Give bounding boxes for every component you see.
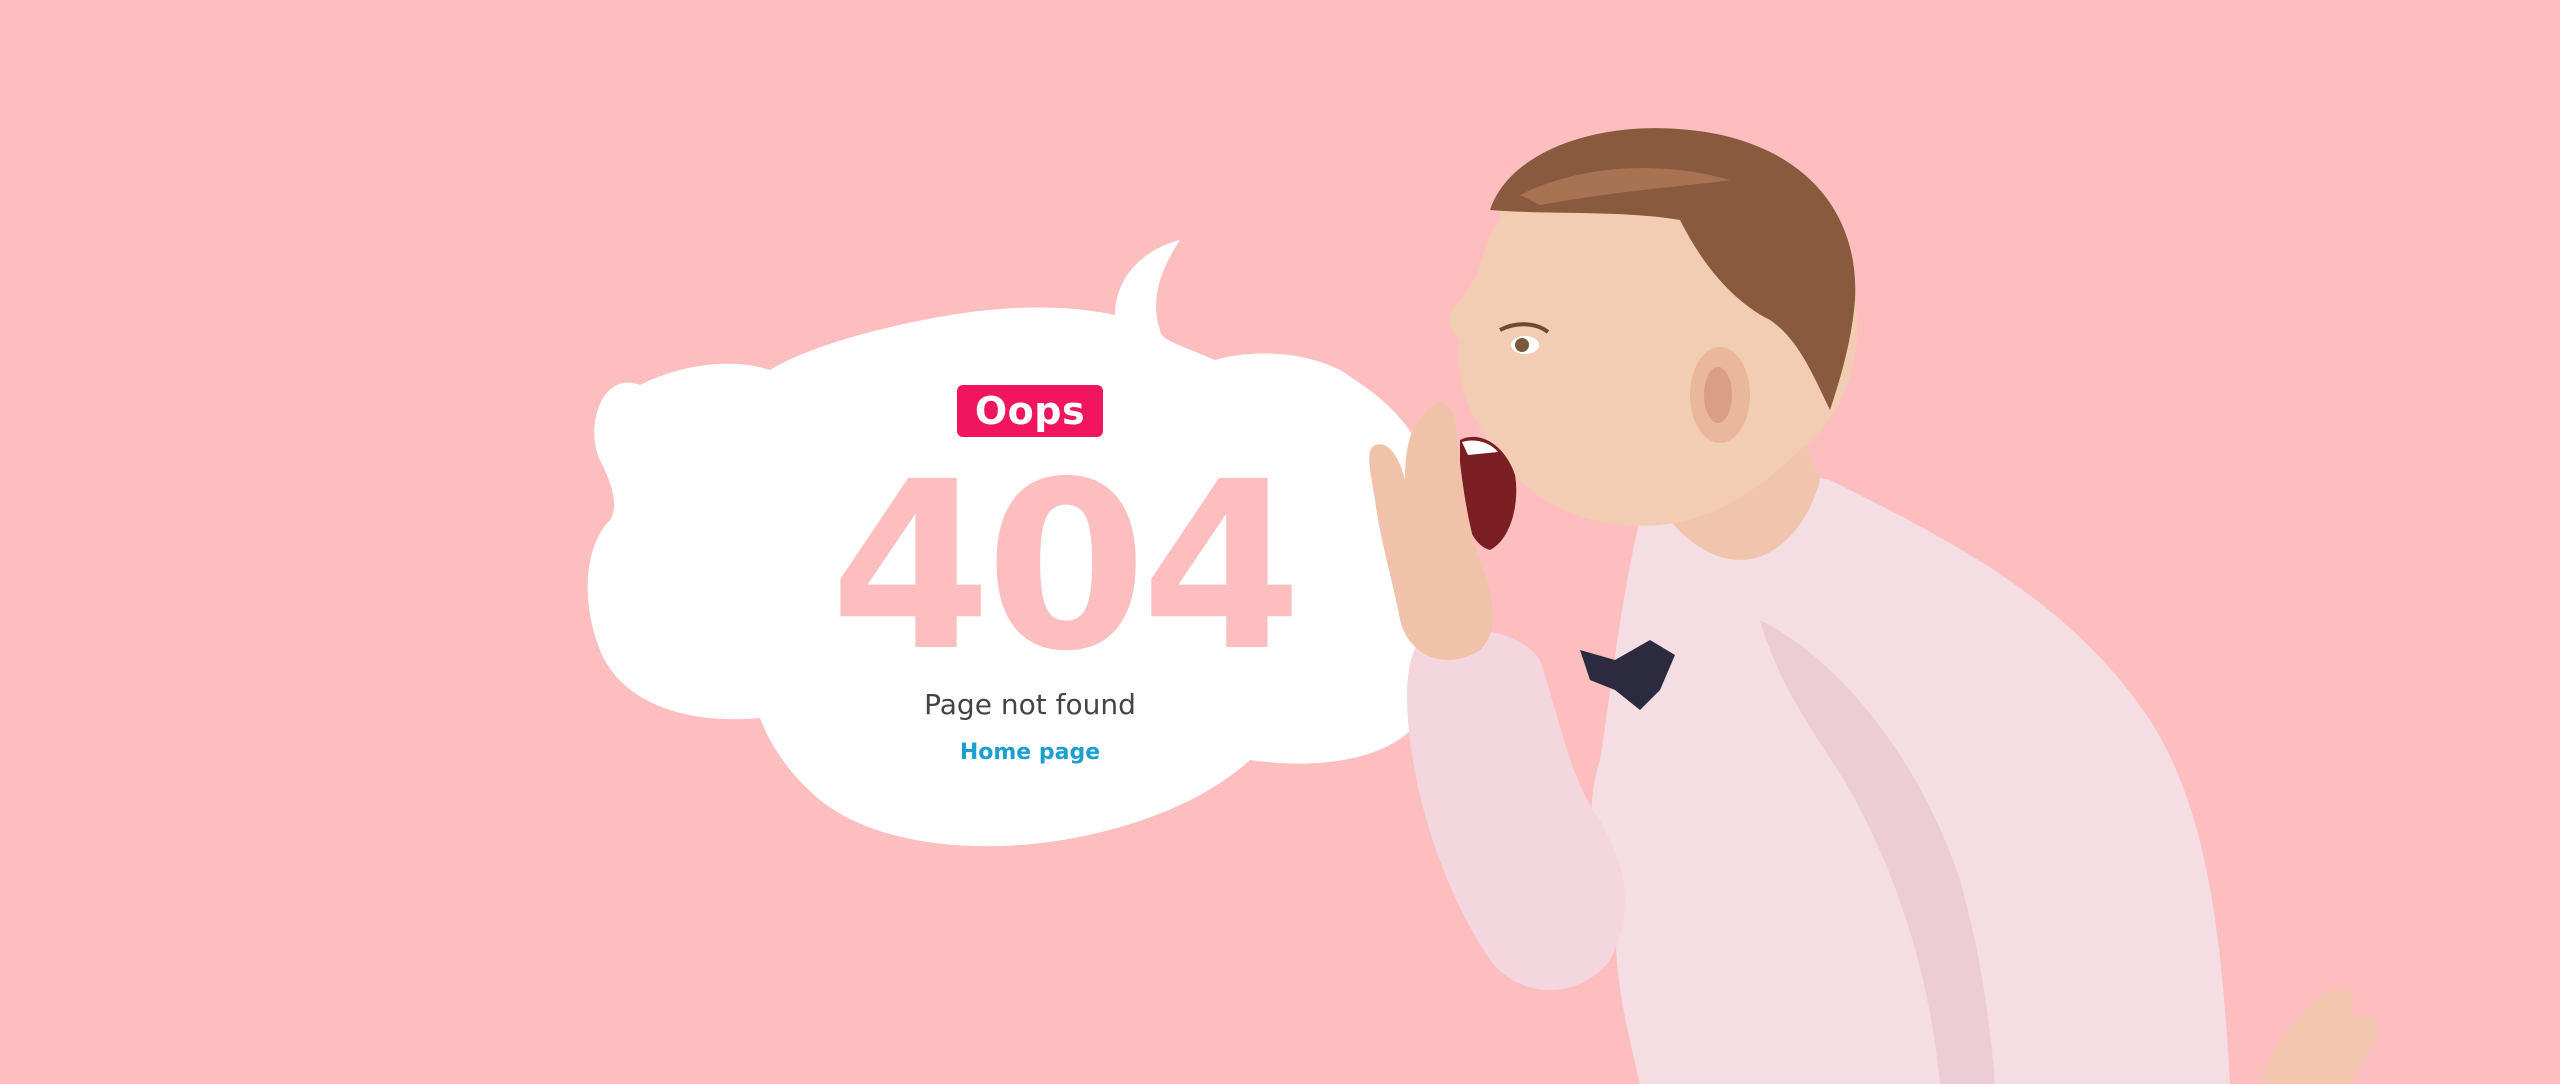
error-content: Oops 404 Page not found Home page: [830, 385, 1302, 765]
home-page-link[interactable]: Home page: [830, 739, 1230, 767]
error-message: Page not found: [924, 688, 1136, 721]
error-page: Oops 404 Page not found Home page: [0, 0, 2560, 1084]
oops-badge: Oops: [956, 385, 1104, 437]
error-code: 404: [830, 432, 1302, 702]
